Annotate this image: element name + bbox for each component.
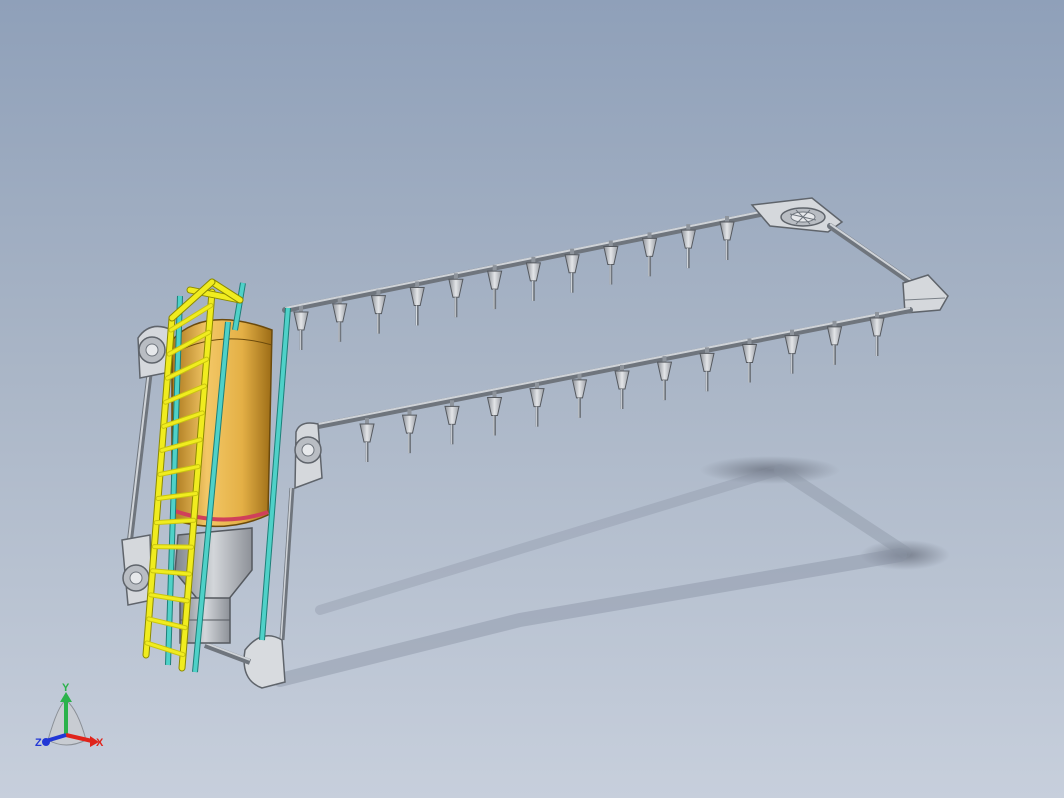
- back-sprinkler-nozzle[interactable]: [409, 281, 425, 326]
- back-sprinkler-nozzle[interactable]: [603, 240, 619, 285]
- z-axis-label: Z: [35, 737, 42, 749]
- front-sprinkler-nozzle[interactable]: [571, 373, 588, 418]
- back-sprinkler-nozzle[interactable]: [680, 224, 696, 269]
- back-sprinkler-nozzle[interactable]: [448, 273, 464, 318]
- back-sprinkler-nozzle[interactable]: [525, 256, 541, 301]
- cad-viewport[interactable]: Y X Z: [0, 0, 1064, 798]
- coordinate-triad: Y X Z: [35, 682, 104, 749]
- back-sprinkler-nozzle[interactable]: [487, 265, 503, 310]
- front-pipe[interactable]: [315, 307, 913, 429]
- front-sprinkler-nozzle[interactable]: [826, 320, 843, 365]
- back-nozzle-row: [293, 216, 735, 350]
- right-pipe[interactable]: [827, 223, 918, 288]
- back-sprinkler-nozzle[interactable]: [293, 306, 309, 350]
- front-sprinkler-nozzle[interactable]: [614, 365, 630, 409]
- back-sprinkler-nozzle[interactable]: [719, 216, 735, 260]
- left-pipe[interactable]: [121, 325, 173, 606]
- back-sprinkler-nozzle[interactable]: [370, 289, 387, 334]
- ground-shadow: [273, 456, 950, 687]
- back-sprinkler-nozzle[interactable]: [641, 232, 658, 277]
- front-sprinkler-nozzle[interactable]: [869, 312, 885, 356]
- front-sprinkler-nozzle[interactable]: [359, 418, 375, 462]
- assembly-model[interactable]: Y X Z: [0, 0, 1064, 798]
- x-axis-label: X: [96, 737, 104, 749]
- front-sprinkler-nozzle[interactable]: [529, 382, 545, 427]
- y-axis-label: Y: [62, 682, 70, 694]
- front-sprinkler-nozzle[interactable]: [741, 338, 758, 383]
- front-nozzle-row: [359, 312, 885, 462]
- front-sprinkler-nozzle[interactable]: [784, 329, 800, 374]
- front-sprinkler-nozzle[interactable]: [486, 391, 503, 436]
- back-sprinkler-nozzle[interactable]: [332, 297, 348, 342]
- front-sprinkler-nozzle[interactable]: [699, 347, 715, 392]
- ladder-rung: [145, 641, 185, 657]
- front-sprinkler-nozzle[interactable]: [401, 409, 418, 454]
- front-sprinkler-nozzle[interactable]: [444, 400, 460, 445]
- front-sprinkler-nozzle[interactable]: [656, 356, 673, 401]
- back-sprinkler-nozzle[interactable]: [564, 248, 580, 293]
